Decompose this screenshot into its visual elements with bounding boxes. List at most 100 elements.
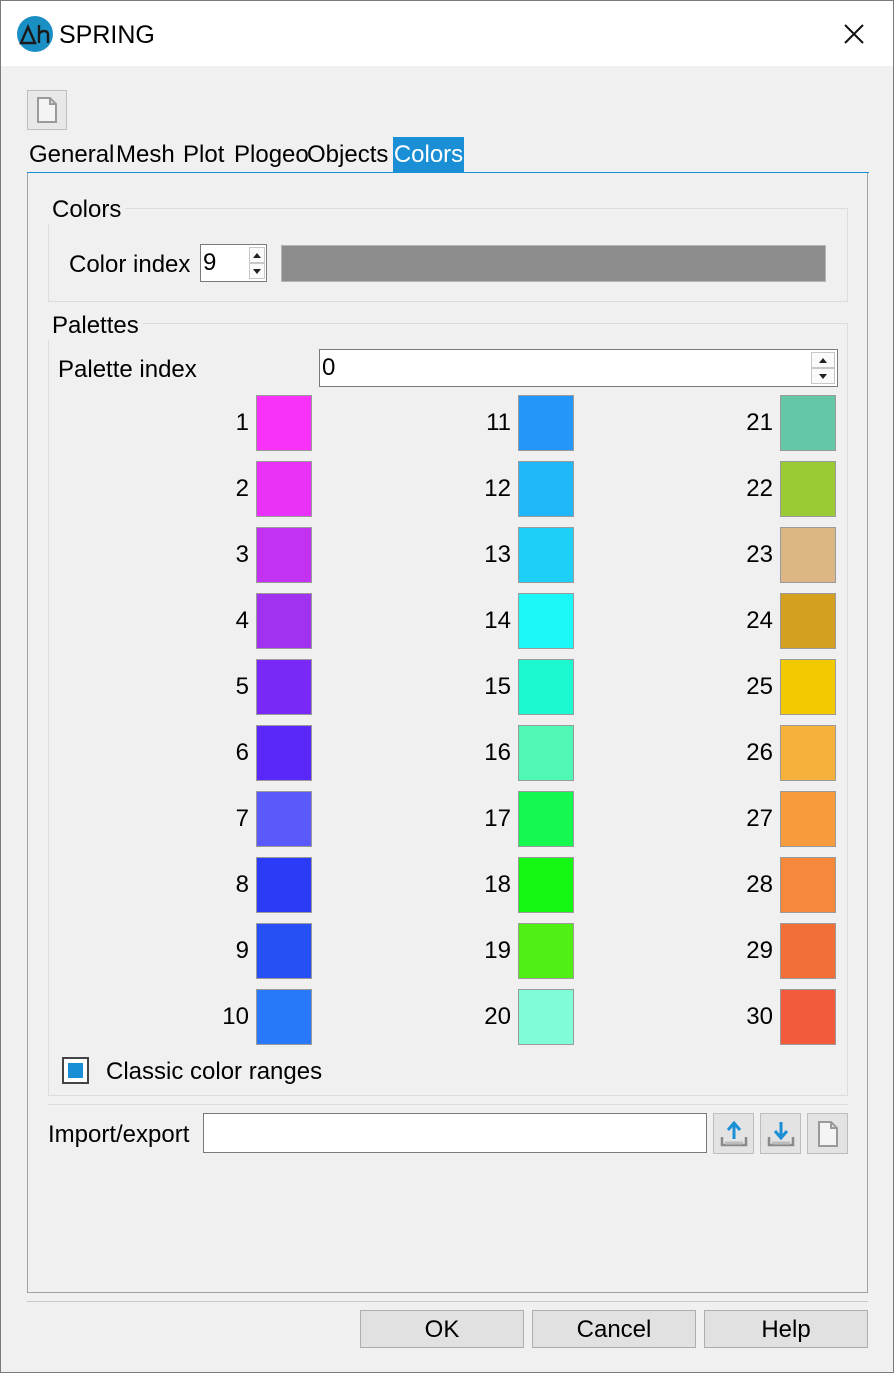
import-export-divider [48,1104,848,1105]
palette-swatch-label: 11 [486,409,511,436]
palette-swatch-label: 16 [484,739,511,766]
download-icon [767,1121,794,1146]
import-export-label: Import/export [48,1121,190,1148]
palette-index-value: 0 [322,354,336,381]
document-icon [37,97,57,123]
palette-swatch-label: 26 [746,739,773,766]
button-row-separator [27,1301,868,1302]
palette-swatch-7[interactable] [256,791,312,847]
palette-swatch-label: 9 [235,937,249,964]
palette-swatch-label: 27 [746,805,773,832]
palette-swatch-label: 15 [484,673,511,700]
palette-swatch-label: 4 [235,607,249,634]
colors-group-title: Colors [48,196,126,224]
palette-swatch-label: 14 [484,607,511,634]
palette-swatch-label: 25 [746,673,773,700]
palette-swatch-label: 18 [484,871,511,898]
palette-swatch-label: 7 [235,805,249,832]
ok-button[interactable]: OK [360,1310,524,1348]
spring-dialog: SPRING General Mesh Plot Plogeo Objects … [0,0,894,1373]
palette-index-label: Palette index [58,356,197,383]
palette-swatch-2[interactable] [256,461,312,517]
palette-swatch-27[interactable] [780,791,836,847]
palette-swatch-1[interactable] [256,395,312,451]
tab-general[interactable]: General [29,137,114,172]
palette-swatch-label: 21 [746,409,773,436]
close-button[interactable] [831,13,877,55]
new-document-button[interactable] [27,90,67,130]
spin-down-button[interactable] [249,263,265,279]
color-index-value: 9 [203,249,217,276]
palette-swatch-label: 5 [235,673,249,700]
palette-swatch-8[interactable] [256,857,312,913]
color-index-spinbox[interactable]: 9 [200,244,267,282]
palette-swatch-11[interactable] [518,395,574,451]
palette-swatch-label: 23 [746,541,773,568]
window-title: SPRING [59,21,155,49]
palette-swatch-12[interactable] [518,461,574,517]
palette-swatch-label: 1 [235,409,249,436]
palette-swatch-6[interactable] [256,725,312,781]
palette-swatch-label: 3 [235,541,249,568]
document-icon [817,1120,838,1147]
palettes-group [48,323,848,1096]
palette-swatch-29[interactable] [780,923,836,979]
palette-swatch-label: 24 [746,607,773,634]
new-file-button[interactable] [807,1113,848,1154]
palette-swatch-13[interactable] [518,527,574,583]
checkbox-check-icon [68,1063,83,1078]
upload-icon [720,1120,747,1146]
palette-swatch-label: 8 [235,871,249,898]
palette-swatch-18[interactable] [518,857,574,913]
cancel-button[interactable]: Cancel [532,1310,696,1348]
palettes-group-title: Palettes [48,312,143,340]
spin-down-button[interactable] [811,368,835,384]
palette-swatch-24[interactable] [780,593,836,649]
palette-swatch-21[interactable] [780,395,836,451]
arrow-up-icon [253,252,261,258]
tab-plot[interactable]: Plot [183,137,224,172]
palette-swatch-23[interactable] [780,527,836,583]
palette-swatch-19[interactable] [518,923,574,979]
palette-swatch-15[interactable] [518,659,574,715]
palette-swatch-14[interactable] [518,593,574,649]
color-index-label: Color index [69,251,191,278]
tab-plogeo[interactable]: Plogeo [234,137,309,172]
spin-up-button[interactable] [811,352,835,368]
palette-swatch-30[interactable] [780,989,836,1045]
palette-swatch-10[interactable] [256,989,312,1045]
title-bar: SPRING [1,1,893,66]
classic-color-ranges-checkbox[interactable] [62,1057,89,1084]
palette-swatch-label: 10 [222,1003,249,1030]
color-preview-swatch [281,245,826,282]
palette-index-spinbox[interactable]: 0 [319,349,838,387]
palette-swatch-9[interactable] [256,923,312,979]
tab-mesh[interactable]: Mesh [116,137,175,172]
palette-swatch-3[interactable] [256,527,312,583]
classic-color-ranges-label: Classic color ranges [106,1058,323,1085]
arrow-down-icon [819,373,827,379]
tab-objects[interactable]: Objects [307,137,388,172]
arrow-down-icon [253,268,261,274]
palette-swatch-label: 29 [746,937,773,964]
palette-swatch-label: 17 [484,805,511,832]
palette-swatch-label: 20 [484,1003,511,1030]
export-button[interactable] [760,1113,801,1154]
palette-swatch-17[interactable] [518,791,574,847]
palette-swatch-label: 6 [235,739,249,766]
palette-swatch-16[interactable] [518,725,574,781]
tab-colors[interactable]: Colors [393,137,464,172]
palette-swatch-20[interactable] [518,989,574,1045]
help-button[interactable]: Help [704,1310,868,1348]
palette-swatch-28[interactable] [780,857,836,913]
palette-swatch-26[interactable] [780,725,836,781]
palette-swatch-label: 2 [235,475,249,502]
palette-swatch-4[interactable] [256,593,312,649]
spin-up-button[interactable] [249,247,265,263]
palette-swatch-22[interactable] [780,461,836,517]
palette-swatch-5[interactable] [256,659,312,715]
import-button[interactable] [713,1113,754,1154]
import-export-input[interactable] [203,1113,707,1153]
close-icon [844,24,864,44]
palette-swatch-25[interactable] [780,659,836,715]
